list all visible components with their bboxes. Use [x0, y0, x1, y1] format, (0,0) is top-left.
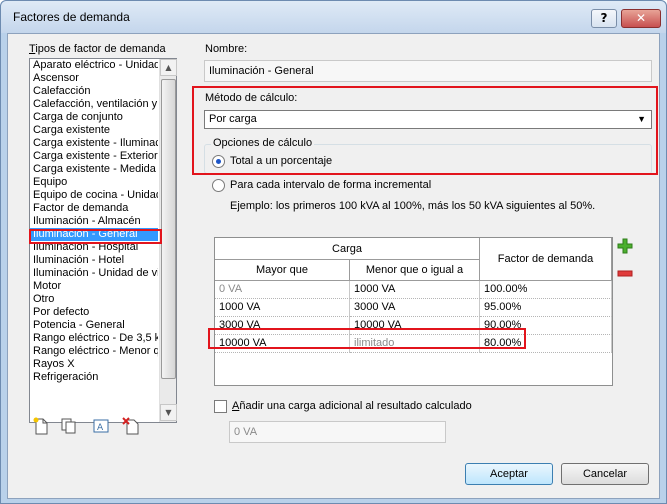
new-icon[interactable]: [32, 417, 50, 435]
additional-load-checkbox[interactable]: [214, 400, 227, 413]
table-cell[interactable]: 95.00%: [480, 299, 612, 317]
table-cell[interactable]: 3000 VA: [350, 299, 480, 317]
list-item[interactable]: Rango eléctrico - Menor qu: [30, 345, 158, 358]
method-highlight: [192, 86, 658, 175]
list-label: Tipos de factor de demanda: [29, 43, 166, 55]
list-item[interactable]: Carga existente: [30, 124, 158, 137]
table-cell[interactable]: 1000 VA: [215, 299, 350, 317]
list-item[interactable]: Aparato eléctrico - Unidad d: [30, 59, 158, 72]
table-cell[interactable]: 1000 VA: [350, 281, 480, 299]
list-item[interactable]: Iluminación - Unidad de viv: [30, 267, 158, 280]
dialog-title: Factores de demanda: [13, 10, 130, 24]
remove-row-icon[interactable]: [616, 270, 634, 278]
radio-incremental[interactable]: [212, 179, 225, 192]
name-label: Nombre:: [205, 43, 248, 55]
list-item[interactable]: Potencia - General: [30, 319, 158, 332]
list-item[interactable]: Factor de demanda: [30, 202, 158, 215]
list-item[interactable]: Rayos X: [30, 358, 158, 371]
last-row-highlight: [208, 328, 526, 349]
header-greater-than[interactable]: Mayor que: [215, 260, 350, 281]
list-item[interactable]: Ascensor: [30, 72, 158, 85]
header-carga: Carga: [215, 238, 480, 260]
help-button[interactable]: ?: [591, 9, 617, 28]
list-item[interactable]: Carga de conjunto: [30, 111, 158, 124]
table-cell[interactable]: 0 VA: [215, 281, 350, 299]
list-item[interactable]: Carga existente - Medida 3: [30, 163, 158, 176]
cancel-button[interactable]: Cancelar: [561, 463, 649, 485]
list-item[interactable]: Calefacción, ventilación y a: [30, 98, 158, 111]
rename-icon[interactable]: A: [92, 417, 110, 435]
table-cell[interactable]: 100.00%: [480, 281, 612, 299]
svg-text:A: A: [97, 423, 104, 433]
list-item[interactable]: Iluminación - Hotel: [30, 254, 158, 267]
list-item[interactable]: Iluminación - Almacén: [30, 215, 158, 228]
delete-icon[interactable]: [122, 417, 140, 435]
radio-incremental-label: Para cada intervalo de forma incremental: [230, 179, 432, 191]
example-text: Ejemplo: los primeros 100 kVA al 100%, m…: [230, 200, 596, 212]
name-field: Iluminación - General: [204, 60, 652, 82]
list-item[interactable]: Otro: [30, 293, 158, 306]
list-item[interactable]: Rango eléctrico - De 3,5 kV: [30, 332, 158, 345]
duplicate-icon[interactable]: [60, 417, 78, 435]
list-item[interactable]: Por defecto: [30, 306, 158, 319]
list-item[interactable]: Refrigeración: [30, 371, 158, 384]
close-button[interactable]: ✕: [621, 9, 661, 28]
list-item[interactable]: Carga existente - Iluminació: [30, 137, 158, 150]
title-bar: Factores de demanda ? ✕: [1, 1, 666, 33]
list-item[interactable]: Motor: [30, 280, 158, 293]
add-row-icon[interactable]: [616, 237, 634, 255]
list-item[interactable]: Equipo de cocina - Unidad: [30, 189, 158, 202]
accept-button[interactable]: Aceptar: [465, 463, 553, 485]
scroll-up-icon[interactable]: ▲: [160, 59, 177, 76]
list-item[interactable]: Carga existente - Exterior: [30, 150, 158, 163]
selected-item-highlight: [29, 229, 162, 244]
list-item[interactable]: Equipo: [30, 176, 158, 189]
list-item[interactable]: Calefacción: [30, 85, 158, 98]
dialog-body: Tipos de factor de demanda Aparato eléct…: [7, 33, 660, 499]
header-demand-factor[interactable]: Factor de demanda: [480, 238, 612, 281]
dialog-window: Factores de demanda ? ✕ Tipos de factor …: [0, 0, 667, 504]
scroll-thumb[interactable]: [161, 79, 176, 379]
scroll-down-icon[interactable]: ▼: [160, 404, 177, 421]
header-less-or-equal[interactable]: Menor que o igual a: [350, 260, 480, 281]
additional-load-label: Añadir una carga adicional al resultado …: [232, 400, 472, 412]
additional-load-field: 0 VA: [229, 421, 446, 443]
demand-factor-table[interactable]: Carga Factor de demanda Mayor que Menor …: [214, 237, 613, 386]
